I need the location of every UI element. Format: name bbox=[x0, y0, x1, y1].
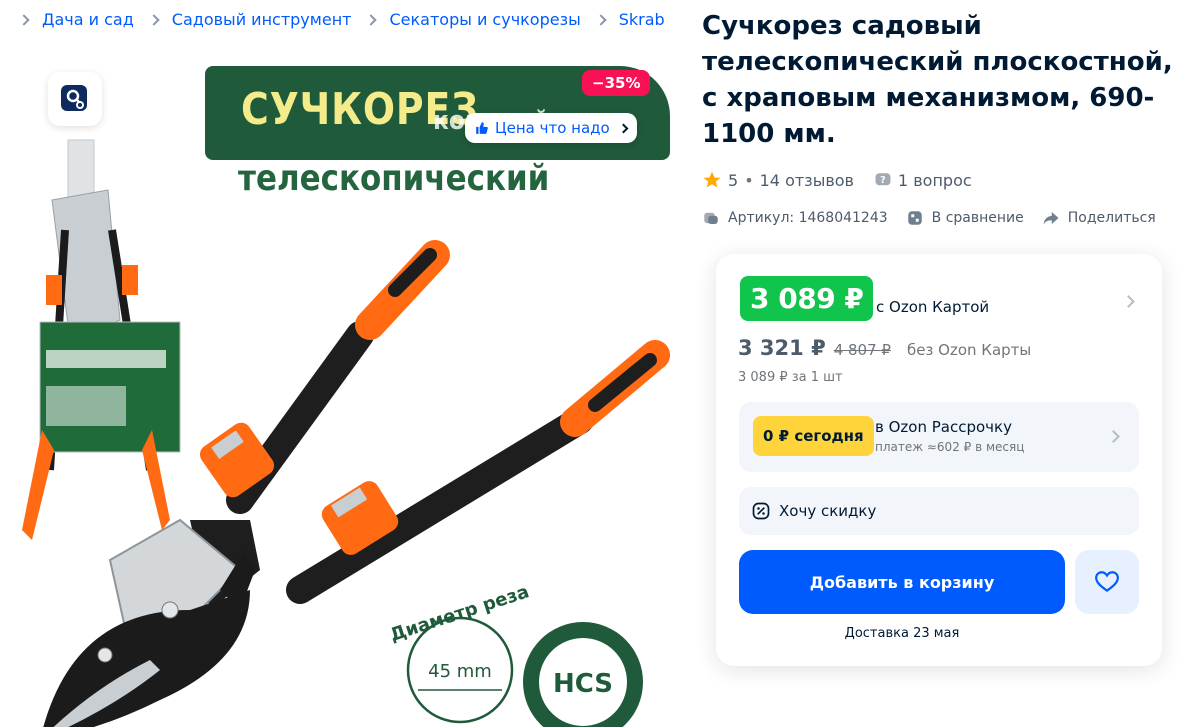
breadcrumb: Дача и сад Садовый инструмент Секаторы и… bbox=[18, 10, 681, 29]
article-icon bbox=[702, 209, 720, 227]
delivery-info: Доставка 23 мая bbox=[844, 626, 960, 641]
rating-value: 5 bbox=[728, 170, 739, 190]
svg-text:?: ? bbox=[880, 175, 886, 186]
heart-icon bbox=[1095, 571, 1119, 592]
breadcrumb-item[interactable]: Садовый инструмент bbox=[148, 10, 368, 29]
compare-link[interactable]: В сравнение bbox=[932, 210, 1024, 226]
add-to-cart-button[interactable]: Добавить в корзину bbox=[739, 550, 1065, 614]
installment-title: в Ozon Рассрочку bbox=[875, 418, 1012, 436]
unit-price: 3 089 ₽ за 1 шт bbox=[738, 370, 843, 385]
discount-icon bbox=[751, 501, 771, 521]
compare-icon bbox=[906, 209, 924, 227]
product-image[interactable]: СУЧКОРЕЗ кованый −35% Цена что надо теле… bbox=[10, 50, 678, 727]
breadcrumb-link[interactable]: Секаторы и сучкорезы bbox=[389, 10, 580, 29]
chevron-right-icon bbox=[148, 13, 160, 26]
favorite-button[interactable] bbox=[1075, 550, 1139, 614]
chevron-right-icon bbox=[18, 13, 30, 26]
installment-subtitle: платеж ≈602 ₽ в месяц bbox=[875, 440, 1025, 454]
installment-block[interactable]: 0 ₽ сегодня в Ozon Рассрочку платеж ≈602… bbox=[739, 402, 1139, 472]
regular-price-label: без Ozon Карты bbox=[906, 341, 1032, 359]
share-link[interactable]: Поделиться bbox=[1068, 210, 1156, 226]
price-card: 3 089 ₽ с Ozon Картой 3 321 ₽ 4 807 ₽ бе… bbox=[716, 254, 1162, 666]
installment-badge: 0 ₽ сегодня bbox=[753, 416, 874, 456]
rating-row: 5 • 14 отзывов ? 1 вопрос bbox=[702, 170, 972, 190]
breadcrumb-link[interactable]: Skrab bbox=[619, 10, 665, 29]
breadcrumb-item[interactable]: Дача и сад bbox=[18, 10, 150, 29]
breadcrumb-link[interactable]: Дача и сад bbox=[42, 10, 134, 29]
breadcrumb-link[interactable]: Садовый инструмент bbox=[172, 10, 352, 29]
rating-separator: • bbox=[744, 170, 754, 190]
share-icon bbox=[1042, 209, 1060, 227]
steel-badge: HCS bbox=[523, 622, 643, 727]
questions-link[interactable]: 1 вопрос bbox=[898, 171, 972, 190]
packaged-lopper bbox=[22, 139, 181, 540]
star-icon bbox=[702, 170, 722, 190]
diameter-value: 45 mm bbox=[428, 661, 492, 682]
article-number[interactable]: Артикул: 1468041243 bbox=[728, 210, 888, 226]
product-title: Сучкорез садовый телескопический плоскос… bbox=[702, 11, 1173, 149]
breadcrumb-item[interactable]: Секаторы и сучкорезы bbox=[365, 10, 596, 29]
want-discount-button[interactable]: Хочу скидку bbox=[739, 487, 1139, 535]
regular-price-row: 3 321 ₽ 4 807 ₽ без Ozon Карты bbox=[738, 336, 1031, 360]
question-icon: ? bbox=[874, 171, 892, 189]
chevron-right-icon bbox=[365, 13, 378, 26]
chevron-right-icon bbox=[1107, 430, 1120, 443]
breadcrumb-item[interactable]: Skrab bbox=[595, 10, 681, 29]
chevron-right-icon[interactable] bbox=[1122, 295, 1135, 308]
reviews-link[interactable]: 14 отзывов bbox=[760, 171, 854, 190]
old-price: 4 807 ₽ bbox=[833, 341, 891, 359]
regular-price: 3 321 ₽ bbox=[738, 336, 826, 360]
actions-row: Артикул: 1468041243 В сравнение Поделить… bbox=[702, 209, 1156, 227]
lopper-illustration: 45 mm Диаметр реза HCS bbox=[22, 139, 670, 727]
ozon-card-label: с Ozon Картой bbox=[876, 298, 990, 316]
ozon-card-price: 3 089 ₽ bbox=[740, 276, 874, 321]
want-discount-label: Хочу скидку bbox=[779, 502, 877, 520]
chevron-right-icon bbox=[595, 13, 607, 26]
steel-code: HCS bbox=[553, 669, 613, 699]
